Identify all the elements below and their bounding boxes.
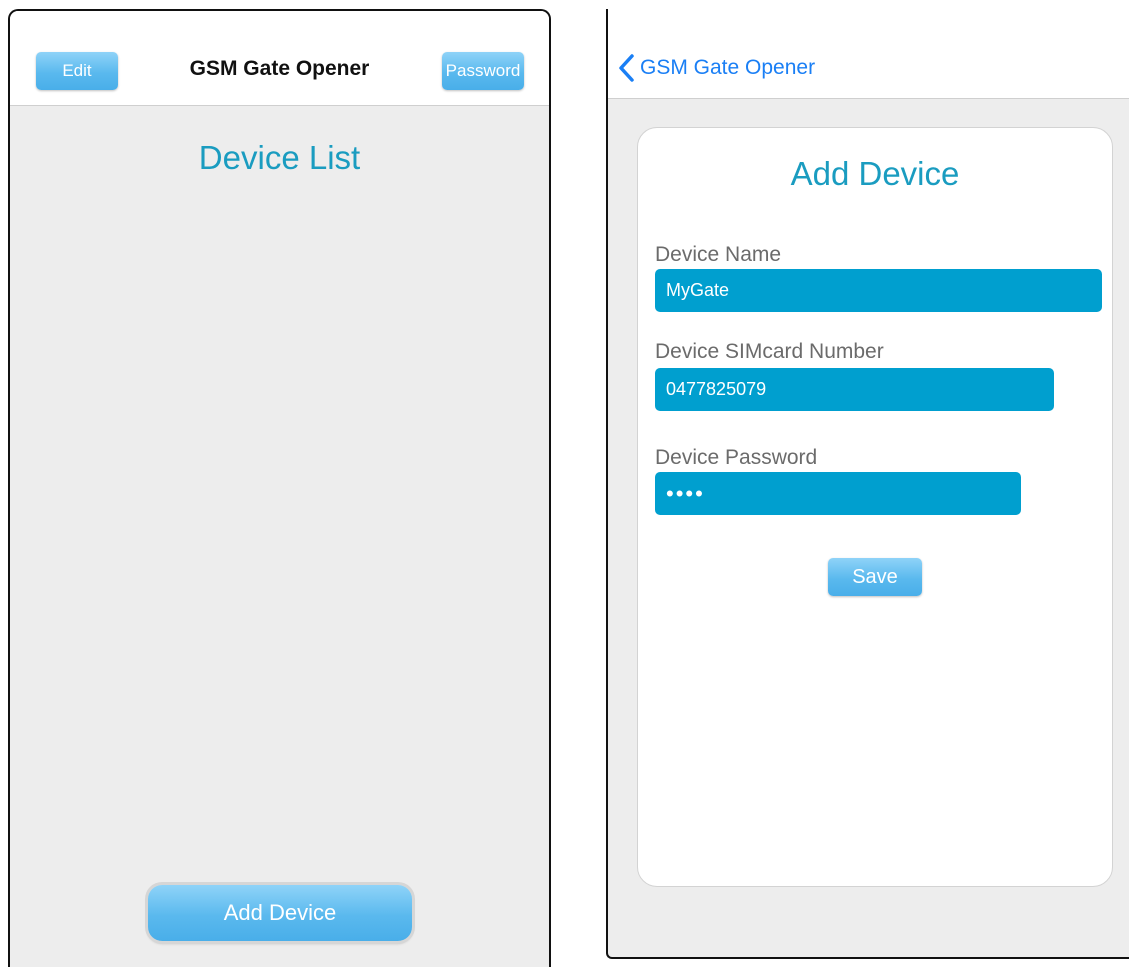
- add-device-card: Add Device Device Name MyGate Device SIM…: [637, 127, 1113, 887]
- back-label: GSM Gate Opener: [640, 56, 816, 79]
- device-list-screen: Edit GSM Gate Opener Password Device Lis…: [8, 9, 551, 967]
- page-title: Device List: [198, 139, 361, 176]
- navigation-bar: Edit GSM Gate Opener Password: [10, 11, 549, 106]
- device-password-field[interactable]: ••••: [655, 472, 1021, 515]
- back-button[interactable]: GSM Gate Opener: [618, 53, 815, 83]
- sim-number-field[interactable]: 0477825079: [655, 368, 1054, 411]
- card-title: Add Device: [790, 155, 960, 192]
- password-button[interactable]: Password: [442, 52, 524, 90]
- save-button[interactable]: Save: [828, 558, 922, 596]
- device-name-label: Device Name: [655, 243, 782, 266]
- navigation-bar: GSM Gate Opener: [608, 9, 1129, 99]
- add-device-button[interactable]: Add Device: [148, 885, 412, 941]
- sim-number-label: Device SIMcard Number: [655, 340, 884, 363]
- chevron-left-icon: [619, 54, 634, 82]
- device-password-label: Device Password: [655, 446, 818, 469]
- device-name-field[interactable]: MyGate: [655, 269, 1102, 312]
- add-device-screen: GSM Gate Opener Add Device Device Name M…: [606, 9, 1129, 959]
